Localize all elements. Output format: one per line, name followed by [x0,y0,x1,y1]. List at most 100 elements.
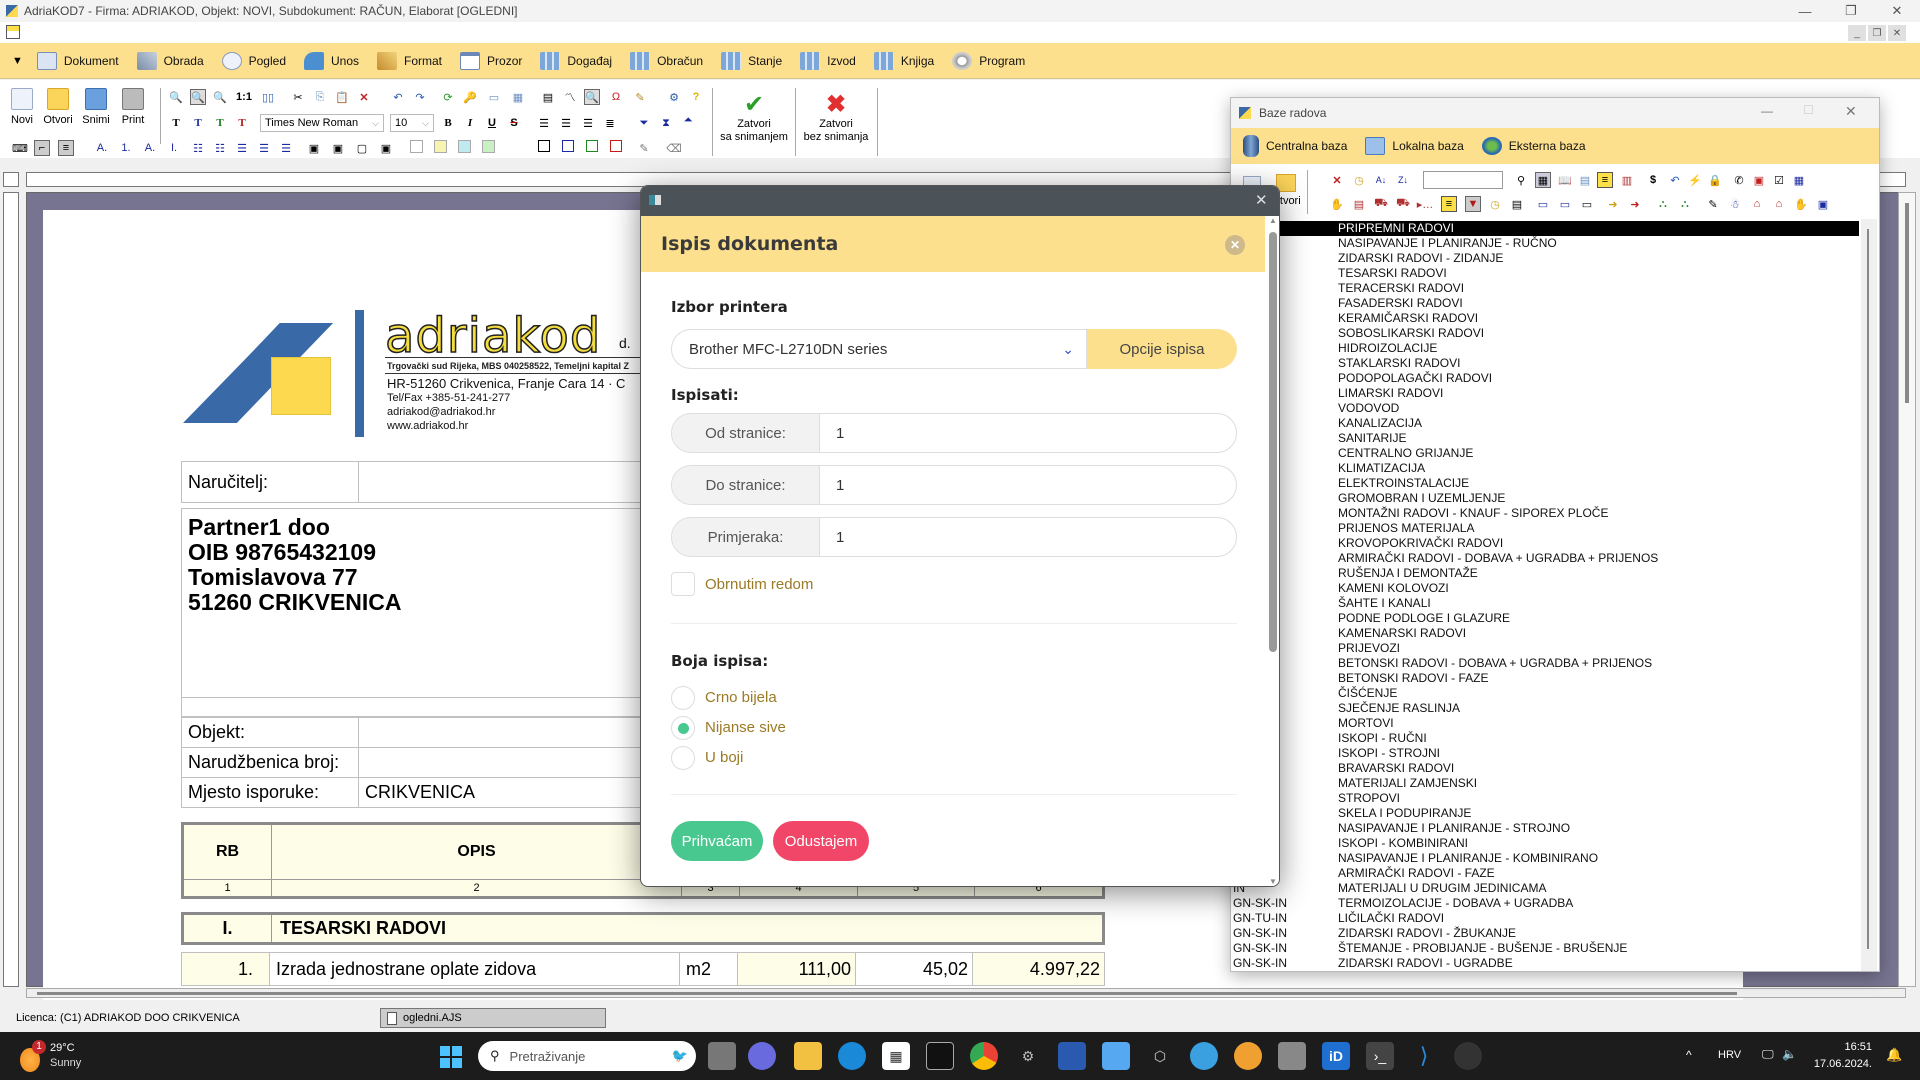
indent-list-icon[interactable]: ☰ [278,140,294,156]
list-item[interactable]: SANITARIJE [1231,431,1859,446]
grid-view-icon[interactable]: ▦ [1535,172,1551,188]
menu-dogadaj[interactable]: Događaj [540,51,612,70]
preview-icon[interactable]: 🔍 [168,89,184,105]
zoom-small-icon[interactable]: 🔍 [212,89,228,105]
style-i-icon[interactable]: I. [166,140,182,156]
scan-icon[interactable]: ⚙ [666,89,682,105]
sort-time-icon[interactable]: ◷ [1351,172,1367,188]
from-page-input[interactable]: 1 [820,414,1236,452]
lines-icon[interactable]: ≡ [58,140,74,156]
list-item[interactable]: STAKLARSKI RADOVI [1231,356,1859,371]
style-1-icon[interactable]: 1. [118,140,134,156]
sort-za-icon[interactable]: Z↓ [1395,172,1411,188]
delete-icon[interactable]: ✕ [1329,172,1345,188]
table-row[interactable]: 1. Izrada jednostrane oplate zidova m2 1… [181,952,1105,986]
more-icon[interactable]: ▸… [1417,196,1434,212]
list-item[interactable]: ELEKTROINSTALACIJE [1231,476,1859,491]
scroll-up-icon[interactable]: ▲ [1269,216,1277,225]
list-item[interactable]: GN-SK-IN ŠTEMANJE - PROBIJANJE - BUŠENJE … [1231,941,1859,956]
truck-icon[interactable]: ⛟ [1395,196,1411,212]
style-a-small-icon[interactable]: A. [142,140,158,156]
list-item[interactable]: GN-SK-IN ZIDARSKI RADOVI - ŽBUKANJE [1231,926,1859,941]
scrollbar-thumb[interactable] [1867,229,1869,949]
bullet-list-icon[interactable]: ☰ [234,140,250,156]
store-icon[interactable]: ▦ [882,1042,910,1070]
vscode-icon[interactable]: ⟩ [1410,1042,1438,1070]
radio-label-nijanse-sive[interactable]: Nijanse sive [705,719,786,736]
menu-lokalna-baza[interactable]: Lokalna baza [1365,137,1464,155]
close-button[interactable]: ✕ [1874,0,1920,22]
text-blue-icon[interactable]: T [190,115,206,131]
radio-nijanse-sive[interactable] [671,716,695,740]
minimize-button[interactable]: — [1761,104,1773,118]
menu-eksterna-baza[interactable]: Eksterna baza [1481,137,1586,155]
radio-label-u-boji[interactable]: U boji [705,749,743,766]
network-app-icon[interactable] [1058,1042,1086,1070]
dialog-close-icon[interactable]: ✕ [1225,235,1245,255]
save-button[interactable]: Snimi [81,88,111,126]
mdi-close-button[interactable]: ✕ [1888,25,1906,41]
alert-list-icon[interactable]: ▤ [1509,196,1525,212]
doc-edit-icon[interactable]: ✎ [1705,196,1721,212]
list-item[interactable]: NSTROPOVI [1231,791,1859,806]
align-center-icon[interactable]: ☰ [558,115,574,131]
fill-green-icon[interactable] [482,140,495,153]
mdi-minimize-button[interactable]: _ [1848,25,1866,41]
two-pages-icon[interactable]: ▯▯ [260,89,276,105]
maximize-button[interactable]: ☐ [1803,103,1814,117]
close-button[interactable]: ✕ [1845,103,1857,120]
fill-yellow-icon[interactable] [434,140,447,153]
border-green-icon[interactable] [586,140,598,152]
baze-list[interactable]: PRIPREMNI RADOVINNASIPAVANJE I PLANIRANJ… [1231,219,1859,971]
language-indicator[interactable]: HRV [1718,1049,1741,1061]
scroll-down-icon[interactable]: ▼ [1269,877,1277,886]
chart-icon[interactable]: 〽 [562,89,578,105]
dialog-scrollbar[interactable]: ▲ ▼ [1265,216,1279,886]
list-item[interactable]: NHIDROIZOLACIJE [1231,341,1859,356]
pencil-icon[interactable]: ✎ [636,140,652,156]
list-item[interactable]: KLIMATIZACIJA [1231,461,1859,476]
sub-list-icon[interactable]: ☷ [212,140,228,156]
list-item[interactable]: ARMIRAČKI RADOVI - DOBAVA + UGRADBA + PR… [1231,551,1859,566]
sign-icon[interactable]: ➜ [1605,196,1621,212]
section-row[interactable]: I. TESARSKI RADOVI [181,912,1105,945]
underline-icon[interactable]: U [484,115,500,131]
clock-date[interactable]: 17.06.2024. [1800,1058,1872,1070]
reverse-order-label[interactable]: Obrnutim redom [705,576,813,593]
list-item[interactable]: NNASIPAVANJE I PLANIRANJE - STROJNO [1231,821,1859,836]
list-item[interactable]: ISKOPI - KOMBINIRANI [1231,836,1859,851]
page-edit-icon[interactable]: ▣ [378,140,394,156]
reverse-order-checkbox[interactable] [671,572,695,596]
list-item[interactable]: BRAVARSKI RADOVI [1231,761,1859,776]
form-view-icon[interactable]: ▤ [1577,172,1593,188]
find-icon[interactable]: 🔍 [584,89,600,105]
checklist-icon[interactable]: ☑ [1771,172,1787,188]
print-options-button[interactable]: Opcije ispisa [1087,329,1237,369]
menu-pogled[interactable]: Pogled [221,51,286,70]
valign-bottom-icon[interactable]: ⏷ [636,115,652,131]
list-item[interactable]: PRIJEVOZI [1231,641,1859,656]
omega-icon[interactable]: Ω [608,89,624,105]
start-button[interactable] [440,1046,462,1068]
tree-icon[interactable] [6,25,20,39]
baze-search-input[interactable] [1423,171,1503,189]
list-item[interactable]: NTESARSKI RADOVI [1231,266,1859,281]
paint-icon[interactable] [1190,1042,1218,1070]
close-without-save-button[interactable]: ✖ Zatvori bez snimanja [800,92,872,144]
volume-icon[interactable]: 🔈 [1782,1047,1797,1061]
person-icon[interactable]: ☃ [1727,196,1743,212]
dollar-icon[interactable]: $ [1645,172,1661,188]
task-view-icon[interactable] [708,1042,736,1070]
lightning-icon[interactable]: ⚡ [1687,172,1703,188]
strikethrough-icon[interactable]: S [506,115,522,131]
powershell-icon[interactable]: ›_ [1366,1042,1394,1070]
undo-icon[interactable]: ↶ [390,89,406,105]
bullet-list2-icon[interactable]: ☰ [256,140,272,156]
align-right-icon[interactable]: ☰ [580,115,596,131]
border-black-icon[interactable] [538,140,550,152]
id-app-icon[interactable]: iD [1322,1042,1350,1070]
list-item[interactable]: ISKOPI - STROJNI [1231,746,1859,761]
forklift-icon[interactable]: ⛟ [1373,196,1389,212]
menu-izvod[interactable]: Izvod [800,51,856,70]
border-blue-icon[interactable] [562,140,574,152]
